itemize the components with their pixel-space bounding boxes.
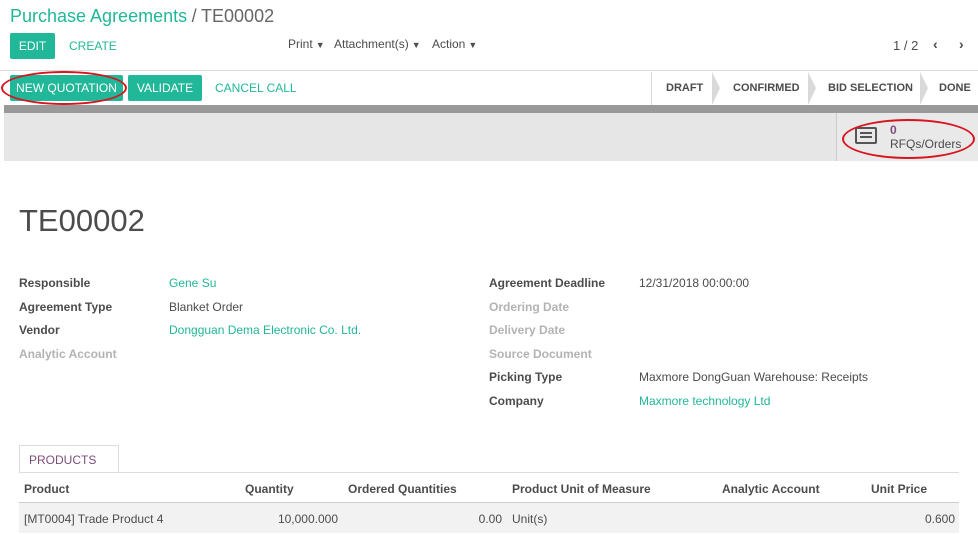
breadcrumb-current: TE00002	[201, 6, 275, 26]
field-label-picking-type: Picking Type	[489, 370, 563, 384]
column-header-quantity[interactable]: Quantity	[245, 482, 294, 496]
toolbar-divider	[0, 70, 978, 71]
cell-unit-price: 0.600	[924, 512, 955, 526]
annotation-circle	[1, 71, 127, 105]
pager-value: 1 / 2	[893, 38, 919, 53]
tab-products[interactable]: PRODUCTS	[19, 445, 119, 473]
field-value-agreement-type: Blanket Order	[169, 300, 244, 314]
validate-button[interactable]: VALIDATE	[128, 75, 202, 101]
field-value-company[interactable]: Maxmore technology Ltd	[639, 394, 770, 408]
button-box	[4, 113, 978, 161]
field-label-vendor: Vendor	[19, 323, 60, 337]
caret-down-icon: ▼	[315, 40, 325, 50]
cell-quantity: 10,000.000	[277, 512, 338, 526]
edit-button[interactable]: EDIT	[10, 33, 55, 59]
field-label-agreement-type: Agreement Type	[19, 300, 113, 314]
column-header-analytic-account[interactable]: Analytic Account	[722, 482, 820, 496]
caret-down-icon: ▼	[411, 40, 421, 50]
field-label-analytic-account: Analytic Account	[19, 347, 117, 361]
field-value-picking-type: Maxmore DongGuan Warehouse: Receipts	[639, 370, 868, 384]
breadcrumb: Purchase Agreements / TE00002	[10, 6, 274, 27]
cell-ordered-quantities: 0.00	[478, 512, 502, 526]
column-header-uom[interactable]: Product Unit of Measure	[512, 482, 651, 496]
field-label-responsible: Responsible	[19, 276, 91, 290]
column-header-unit-price[interactable]: Unit Price	[871, 482, 927, 496]
breadcrumb-separator: /	[191, 6, 197, 26]
print-label: Print	[288, 37, 313, 51]
status-bid-selection[interactable]: BID SELECTION	[828, 72, 913, 105]
caret-down-icon: ▼	[468, 40, 478, 50]
tab-divider	[19, 472, 959, 473]
status-separator	[712, 72, 720, 105]
attachments-dropdown[interactable]: Attachment(s) ▼	[334, 37, 421, 51]
status-confirmed[interactable]: CONFIRMED	[733, 72, 800, 105]
chevron-right-icon[interactable]: ›	[959, 36, 964, 52]
print-dropdown[interactable]: Print ▼	[288, 37, 325, 51]
field-label-delivery-date: Delivery Date	[489, 323, 566, 337]
field-label-agreement-deadline: Agreement Deadline	[489, 276, 606, 290]
column-header-ordered-quantities[interactable]: Ordered Quantities	[348, 482, 457, 496]
field-label-source-document: Source Document	[489, 347, 592, 361]
sheet-top-border	[4, 105, 978, 113]
tab-products-label: PRODUCTS	[29, 453, 97, 467]
status-separator	[808, 72, 816, 105]
create-button[interactable]: CREATE	[69, 33, 117, 59]
chevron-left-icon[interactable]: ‹	[933, 36, 938, 52]
cell-product: [MT0004] Trade Product 4	[24, 512, 164, 526]
annotation-circle	[842, 119, 975, 159]
breadcrumb-parent-link[interactable]: Purchase Agreements	[10, 6, 187, 26]
attachments-label: Attachment(s)	[334, 37, 409, 51]
field-label-company: Company	[489, 394, 544, 408]
action-dropdown[interactable]: Action ▼	[432, 37, 477, 51]
field-label-ordering-date: Ordering Date	[489, 300, 570, 314]
field-value-agreement-deadline: 12/31/2018 00:00:00	[639, 276, 750, 290]
cell-uom: Unit(s)	[512, 512, 548, 526]
status-draft[interactable]: DRAFT	[666, 72, 703, 105]
field-value-responsible[interactable]: Gene Su	[169, 276, 216, 290]
status-separator	[920, 72, 928, 105]
action-label: Action	[432, 37, 466, 51]
field-value-vendor[interactable]: Dongguan Dema Electronic Co. Ltd.	[169, 323, 361, 337]
status-done[interactable]: DONE	[939, 72, 971, 105]
cancel-call-button[interactable]: CANCEL CALL	[215, 75, 297, 101]
column-header-product[interactable]: Product	[24, 482, 69, 496]
record-title: TE00002	[19, 203, 145, 238]
